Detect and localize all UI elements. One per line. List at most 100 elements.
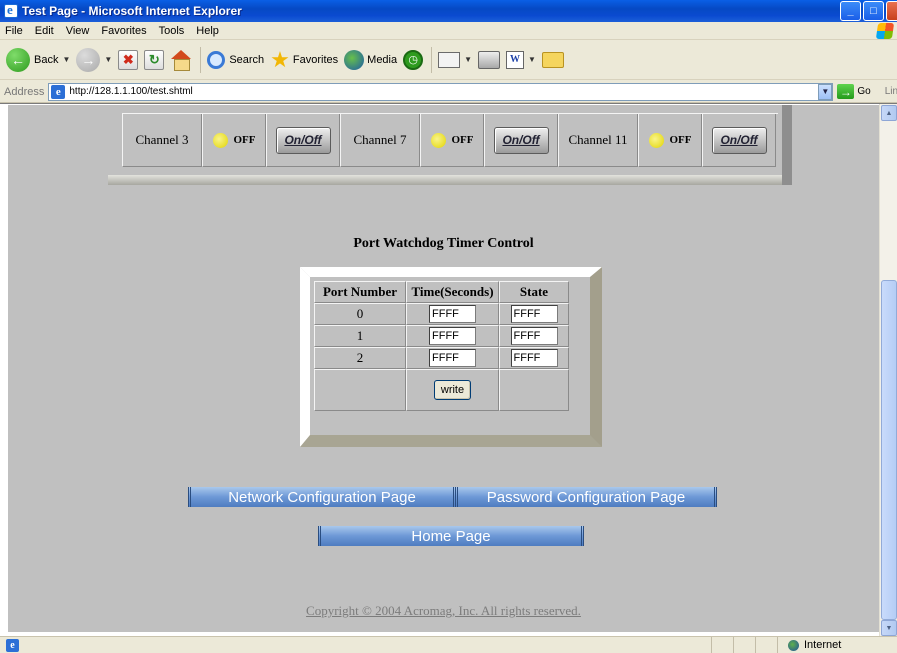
forward-button[interactable]: → ▼	[76, 47, 112, 72]
channel-toggle-cell: On/Off	[484, 113, 558, 167]
menu-tools[interactable]: Tools	[153, 25, 191, 37]
web-page: Channel 3 OFF On/Off Channel 7 OFF On/Of…	[8, 105, 879, 632]
panel-bevel	[300, 435, 602, 447]
back-arrow-icon: ←	[6, 47, 30, 72]
state-input[interactable]	[510, 327, 558, 345]
minimize-button[interactable]: _	[840, 1, 861, 21]
time-input[interactable]	[429, 349, 476, 367]
stop-button[interactable]: ✖	[118, 49, 139, 70]
home-page-button[interactable]: Home Page	[318, 526, 584, 546]
media-label: Media	[367, 53, 398, 66]
panel-bevel	[300, 267, 310, 447]
panel-bevel	[590, 267, 602, 447]
maximize-button[interactable]: □	[863, 1, 884, 21]
security-zone: Internet	[777, 636, 897, 653]
favorites-button[interactable]: ★ Favorites	[270, 46, 339, 72]
home-button[interactable]	[170, 49, 192, 71]
stop-icon: ✖	[118, 49, 139, 70]
menu-favorites[interactable]: Favorites	[95, 25, 152, 37]
media-button[interactable]: Media	[344, 49, 398, 70]
search-button[interactable]: Search	[207, 50, 265, 69]
vertical-scrollbar[interactable]: ▲ ▼	[879, 104, 897, 637]
edit-word-button[interactable]: W ▼	[506, 50, 536, 69]
zone-label: Internet	[804, 639, 842, 651]
on-off-button[interactable]: On/Off	[493, 126, 549, 154]
edit-dropdown-icon[interactable]: ▼	[528, 55, 536, 64]
channel-state: OFF	[233, 134, 256, 146]
menu-edit[interactable]: Edit	[29, 25, 60, 37]
print-button[interactable]	[478, 50, 501, 69]
forward-arrow-icon: →	[76, 47, 101, 72]
refresh-button[interactable]: ↻	[144, 49, 165, 70]
watchdog-title: Port Watchdog Timer Control	[353, 236, 534, 251]
copyright-link[interactable]: Copyright © 2004 Acromag, Inc. All right…	[8, 603, 879, 619]
channel-status: OFF	[202, 113, 266, 167]
status-cell	[711, 636, 733, 653]
watchdog-table: Port Number Time(Seconds) State 0 1 2	[314, 281, 569, 411]
scroll-up-icon[interactable]: ▲	[881, 105, 897, 121]
port-number: 2	[314, 347, 406, 369]
folder-button[interactable]	[541, 51, 564, 68]
on-off-label: On/Off	[720, 133, 758, 147]
folder-icon	[541, 51, 564, 68]
panel-bevel	[300, 267, 602, 277]
password-config-button[interactable]: Password Configuration Page	[455, 487, 717, 507]
menu-view[interactable]: View	[60, 25, 96, 37]
time-input[interactable]	[429, 327, 476, 345]
channel-panel: Channel 3 OFF On/Off Channel 7 OFF On/Of…	[108, 105, 792, 185]
globe-icon	[788, 639, 799, 651]
table-header-row: Port Number Time(Seconds) State	[314, 281, 569, 303]
column-header: Port Number	[314, 281, 406, 303]
table-row: 2	[314, 347, 569, 369]
channel-name: Channel 7	[340, 113, 420, 167]
mail-button[interactable]: ▼	[438, 51, 472, 68]
favorites-label: Favorites	[292, 53, 339, 66]
go-label: Go	[857, 86, 871, 97]
status-bar: e Internet	[0, 636, 897, 653]
address-dropdown-icon[interactable]: ▼	[818, 83, 833, 100]
scroll-thumb[interactable]	[881, 280, 897, 620]
empty-cell	[499, 369, 569, 411]
printer-icon	[478, 50, 501, 69]
history-button[interactable]: ◷	[403, 49, 424, 70]
status-cell	[755, 636, 777, 653]
empty-cell	[314, 369, 406, 411]
state-input[interactable]	[510, 349, 558, 367]
on-off-button[interactable]: On/Off	[275, 126, 331, 154]
history-icon: ◷	[403, 49, 424, 70]
go-button[interactable]: → Go	[837, 84, 871, 99]
channel-row: Channel 3 OFF On/Off Channel 7 OFF On/Of…	[122, 113, 778, 167]
menu-file[interactable]: File	[0, 25, 29, 37]
column-header: State	[499, 281, 569, 303]
mail-dropdown-icon[interactable]: ▼	[464, 55, 472, 64]
address-input[interactable]: e http://128.1.1.100/test.shtml ▼	[48, 82, 834, 101]
home-icon	[170, 49, 192, 71]
star-icon: ★	[270, 46, 290, 72]
network-config-button[interactable]: Network Configuration Page	[188, 487, 456, 507]
write-button[interactable]: write	[433, 380, 472, 400]
address-url[interactable]: http://128.1.1.100/test.shtml	[69, 86, 818, 97]
time-input[interactable]	[429, 305, 476, 323]
channel-name: Channel 3	[122, 113, 202, 167]
search-label: Search	[229, 53, 265, 66]
content-viewport: Channel 3 OFF On/Off Channel 7 OFF On/Of…	[0, 103, 897, 637]
search-icon	[207, 50, 226, 69]
panel-shadow	[108, 175, 792, 185]
on-off-button[interactable]: On/Off	[711, 126, 767, 154]
media-icon	[344, 49, 365, 70]
scroll-down-icon[interactable]: ▼	[881, 620, 897, 636]
status-cells: Internet	[711, 636, 897, 653]
menu-bar: File Edit View Favorites Tools Help	[0, 22, 897, 40]
state-input[interactable]	[510, 305, 558, 323]
page-icon: e	[51, 84, 66, 99]
back-dropdown-icon[interactable]: ▼	[62, 55, 70, 64]
back-button[interactable]: ← Back ▼	[6, 47, 70, 72]
table-row: 1	[314, 325, 569, 347]
panel-shadow	[782, 105, 792, 185]
close-button[interactable]	[886, 1, 897, 21]
page-status-icon: e	[6, 638, 19, 652]
forward-dropdown-icon[interactable]: ▼	[104, 55, 112, 64]
links-button[interactable]: Links	[885, 86, 897, 97]
menu-help[interactable]: Help	[190, 25, 225, 37]
write-cell: write	[406, 369, 499, 411]
